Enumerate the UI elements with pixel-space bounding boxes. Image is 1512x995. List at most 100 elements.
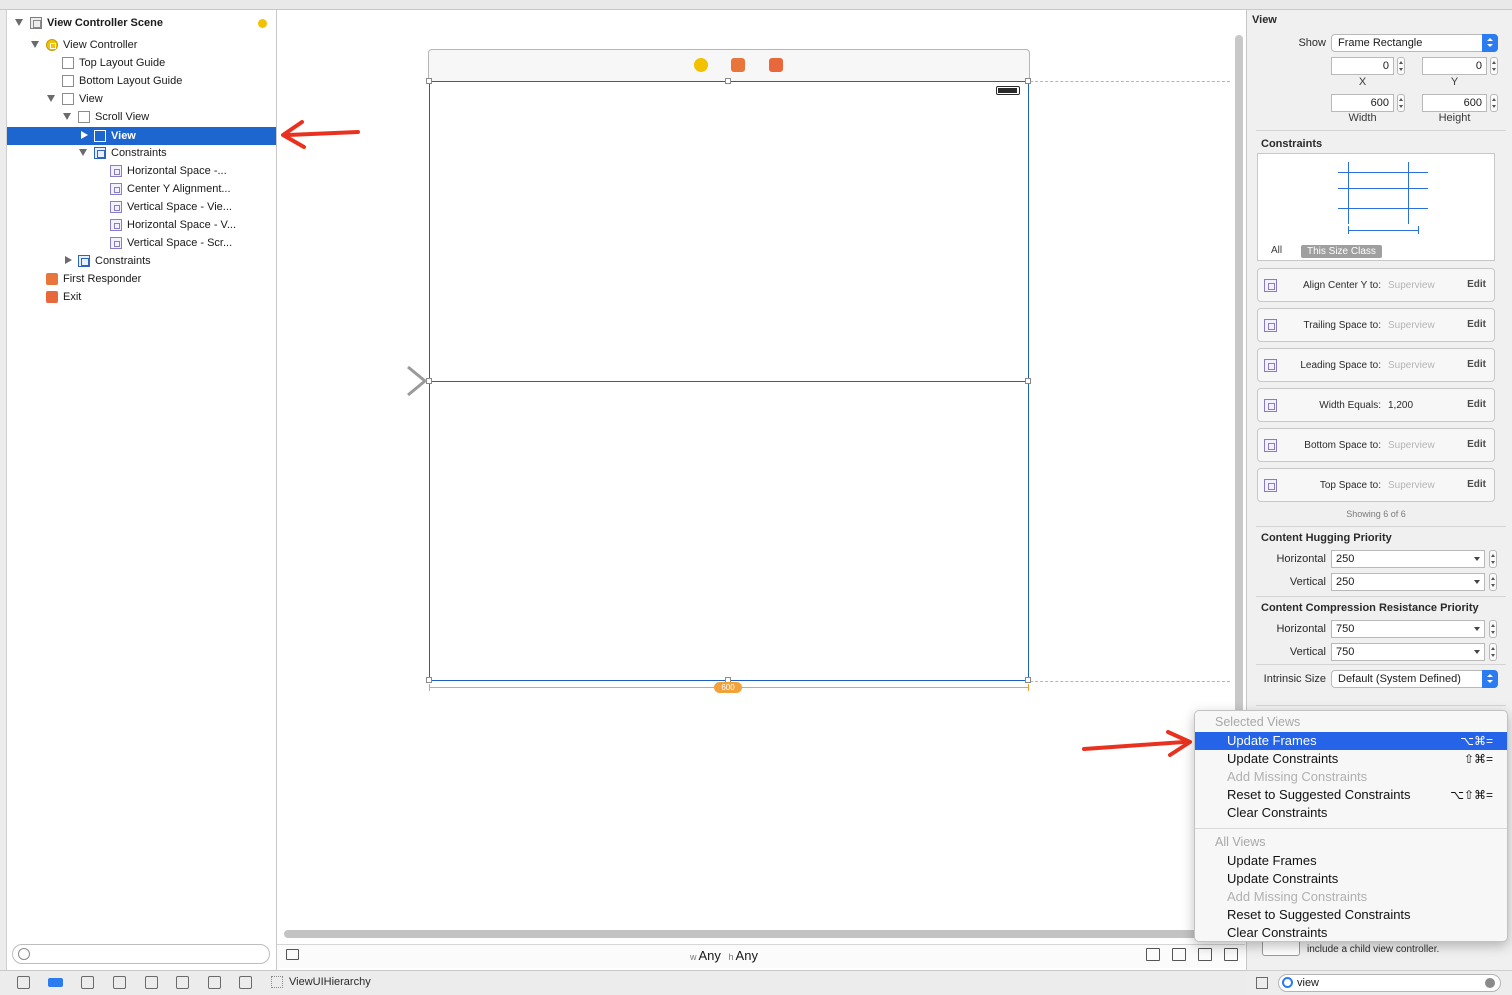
scene-dock[interactable] (428, 49, 1030, 81)
step-into-icon[interactable] (145, 976, 158, 989)
constraint-card[interactable]: Bottom Space to: Superview Edit (1257, 428, 1495, 462)
constraint-card[interactable]: Trailing Space to: Superview Edit (1257, 308, 1495, 342)
resize-handle[interactable] (1025, 677, 1031, 683)
width-constraint-badge[interactable]: 600 (714, 682, 742, 693)
breakpoints-icon[interactable] (48, 978, 63, 987)
compression-vertical-field[interactable]: 750 (1331, 643, 1485, 661)
outline-item-top-layout-guide[interactable]: Top Layout Guide (7, 54, 276, 72)
library-filter-field[interactable]: view (1278, 974, 1501, 992)
size-class-control[interactable]: w Any h Any (690, 948, 758, 963)
align-icon[interactable] (1146, 948, 1160, 961)
height-field[interactable]: 600 (1422, 94, 1487, 112)
y-field[interactable]: 0 (1422, 57, 1487, 75)
outline-item-bottom-layout-guide[interactable]: Bottom Layout Guide (7, 72, 276, 90)
outline-filter-field[interactable] (12, 944, 270, 964)
canvas-horizontal-scrollbar[interactable] (284, 930, 1204, 938)
hugging-vertical-field[interactable]: 250 (1331, 573, 1485, 591)
dropdown-arrow-icon[interactable] (1474, 650, 1480, 654)
first-responder-icon[interactable] (731, 58, 745, 72)
outline-item-constraints[interactable]: Constraints (7, 144, 276, 162)
location-icon[interactable] (239, 976, 252, 989)
tab-this-size-class[interactable]: This Size Class (1301, 245, 1382, 258)
menu-item-all-reset-to-suggested[interactable]: Reset to Suggested Constraints (1195, 906, 1507, 924)
outline-item-constraint[interactable]: Horizontal Space - V... (7, 216, 276, 234)
dropdown-arrow-icon[interactable] (1474, 580, 1480, 584)
menu-item-reset-to-suggested[interactable]: Reset to Suggested Constraints ⌥⇧⌘= (1195, 786, 1507, 804)
disclosure-closed-icon[interactable] (81, 131, 88, 139)
resize-handle[interactable] (426, 78, 432, 84)
resize-handle[interactable] (725, 78, 731, 84)
step-over-icon[interactable] (113, 976, 126, 989)
compression-horizontal-stepper[interactable] (1489, 620, 1497, 638)
outline-item-exit[interactable]: Exit (7, 288, 276, 306)
outline-item-constraints[interactable]: Constraints (7, 252, 276, 270)
pause-icon[interactable] (81, 976, 94, 989)
debug-view-hierarchy-icon[interactable] (208, 976, 221, 989)
outline-item-view[interactable]: View (7, 90, 276, 108)
height-stepper[interactable] (1490, 94, 1498, 112)
outline-item-constraint[interactable]: Vertical Space - Vie... (7, 198, 276, 216)
step-out-icon[interactable] (176, 976, 189, 989)
edit-button[interactable]: Edit (1467, 439, 1486, 450)
outline-item-scroll-view[interactable]: Scroll View (7, 108, 276, 126)
hugging-horizontal-field[interactable]: 250 (1331, 550, 1485, 568)
resize-handle[interactable] (1025, 78, 1031, 84)
resizing-behavior-icon[interactable] (1224, 948, 1238, 961)
outline-item-constraint[interactable]: Vertical Space - Scr... (7, 234, 276, 252)
disclosure-open-icon[interactable] (31, 41, 39, 48)
outline-item-view-controller[interactable]: View Controller (7, 36, 276, 54)
edit-button[interactable]: Edit (1467, 319, 1486, 330)
constraint-card[interactable]: Width Equals: 1,200 Edit (1257, 388, 1495, 422)
x-stepper[interactable] (1397, 57, 1405, 75)
target-label[interactable]: ViewUIHierarchy (289, 976, 371, 988)
menu-item-update-frames[interactable]: Update Frames ⌥⌘= (1195, 732, 1507, 750)
view-controller-icon[interactable] (694, 58, 708, 72)
entry-point-arrow-icon[interactable] (330, 365, 430, 399)
grid-view-icon[interactable] (1256, 977, 1268, 989)
x-field[interactable]: 0 (1331, 57, 1394, 75)
disclosure-open-icon[interactable] (47, 95, 55, 102)
outline-item-constraint[interactable]: Center Y Alignment... (7, 180, 276, 198)
width-stepper[interactable] (1397, 94, 1405, 112)
constraint-card[interactable]: Top Space to: Superview Edit (1257, 468, 1495, 502)
exit-icon[interactable] (769, 58, 783, 72)
resize-handle[interactable] (1025, 378, 1031, 384)
menu-item-clear-constraints[interactable]: Clear Constraints (1195, 804, 1507, 822)
compression-horizontal-field[interactable]: 750 (1331, 620, 1485, 638)
menu-item-all-clear-constraints[interactable]: Clear Constraints (1195, 924, 1507, 942)
menu-item-all-update-frames[interactable]: Update Frames (1195, 852, 1507, 870)
width-field[interactable]: 600 (1331, 94, 1394, 112)
dropdown-arrow-icon[interactable] (1474, 627, 1480, 631)
hugging-vertical-stepper[interactable] (1489, 573, 1497, 591)
constraint-card[interactable]: Align Center Y to: Superview Edit (1257, 268, 1495, 302)
edit-button[interactable]: Edit (1467, 359, 1486, 370)
constraint-card[interactable]: Leading Space to: Superview Edit (1257, 348, 1495, 382)
edit-button[interactable]: Edit (1467, 399, 1486, 410)
outline-item-first-responder[interactable]: First Responder (7, 270, 276, 288)
menu-item-all-update-constraints[interactable]: Update Constraints (1195, 870, 1507, 888)
outline-toggle-icon[interactable] (286, 949, 299, 960)
hide-debug-area-icon[interactable] (17, 976, 30, 989)
compression-vertical-stepper[interactable] (1489, 643, 1497, 661)
resolve-auto-layout-icon[interactable] (1198, 948, 1212, 961)
resize-handle[interactable] (426, 677, 432, 683)
disclosure-closed-icon[interactable] (65, 256, 72, 264)
disclosure-open-icon[interactable] (63, 113, 71, 120)
y-stepper[interactable] (1490, 57, 1498, 75)
disclosure-open-icon[interactable] (15, 19, 23, 26)
edit-button[interactable]: Edit (1467, 479, 1486, 490)
dropdown-arrow-icon[interactable] (1474, 557, 1480, 561)
edit-button[interactable]: Edit (1467, 279, 1486, 290)
scroll-content-view[interactable] (429, 381, 1029, 681)
clear-icon[interactable] (1485, 978, 1495, 988)
disclosure-open-icon[interactable] (79, 149, 87, 156)
outline-scene-row[interactable]: View Controller Scene (7, 14, 276, 32)
intrinsic-size-popup[interactable]: Default (System Defined) (1331, 670, 1498, 688)
menu-item-update-constraints[interactable]: Update Constraints ⇧⌘= (1195, 750, 1507, 768)
hugging-horizontal-stepper[interactable] (1489, 550, 1497, 568)
tab-all[interactable]: All (1271, 245, 1282, 256)
show-popup[interactable]: Frame Rectangle (1331, 34, 1498, 52)
outline-item-constraint[interactable]: Horizontal Space -... (7, 162, 276, 180)
outline-item-content-view-selected[interactable]: View (7, 127, 276, 145)
pin-icon[interactable] (1172, 948, 1186, 961)
